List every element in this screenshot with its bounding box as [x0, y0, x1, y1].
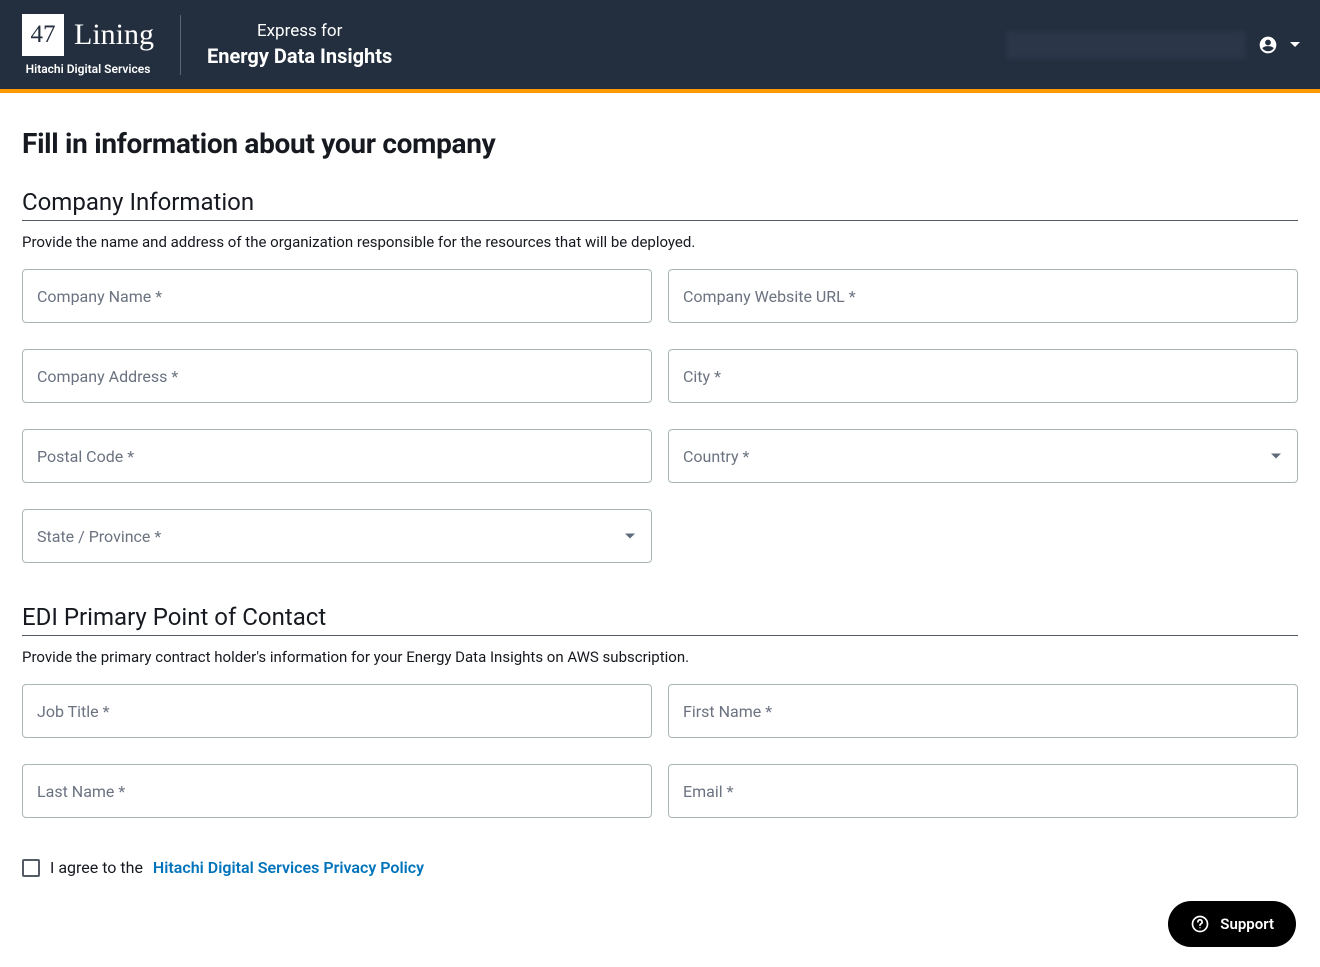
postal-code-label: Postal Code *: [37, 447, 134, 466]
city-field[interactable]: City *: [668, 349, 1298, 403]
company-website-label: Company Website URL *: [683, 287, 856, 306]
logo-badge: 47: [22, 14, 64, 56]
chevron-down-icon: [1271, 454, 1281, 459]
section-company-title: Company Information: [22, 188, 1298, 221]
country-label: Country *: [683, 447, 749, 466]
job-title-field[interactable]: Job Title *: [22, 684, 652, 738]
page-title: Fill in information about your company: [22, 127, 1298, 160]
consent-row: I agree to the Hitachi Digital Services …: [22, 858, 1298, 877]
company-address-label: Company Address *: [37, 367, 178, 386]
header-divider: [180, 15, 181, 75]
company-form-grid: Company Name * Company Website URL * Com…: [22, 269, 1298, 563]
section-contact-desc: Provide the primary contract holder's in…: [22, 648, 1298, 666]
last-name-label: Last Name *: [37, 782, 125, 801]
brand-block: 47 Lining Hitachi Digital Services Expre…: [22, 14, 392, 76]
product-title: Express for Energy Data Insights: [207, 20, 392, 68]
job-title-label: Job Title *: [37, 702, 110, 721]
product-top: Express for: [207, 20, 392, 42]
city-label: City *: [683, 367, 721, 386]
company-name-label: Company Name *: [37, 287, 162, 306]
state-label: State / Province *: [37, 527, 161, 546]
section-company-desc: Provide the name and address of the orga…: [22, 233, 1298, 251]
user-email-redacted: [1006, 31, 1246, 59]
email-field[interactable]: Email *: [668, 764, 1298, 818]
email-label: Email *: [683, 782, 733, 801]
app-header: 47 Lining Hitachi Digital Services Expre…: [0, 0, 1320, 93]
company-website-field[interactable]: Company Website URL *: [668, 269, 1298, 323]
chevron-down-icon: [625, 534, 635, 539]
help-icon: [1190, 914, 1210, 934]
consent-checkbox[interactable]: [22, 859, 40, 877]
company-name-field[interactable]: Company Name *: [22, 269, 652, 323]
consent-text: I agree to the: [50, 858, 143, 877]
header-right: [1006, 31, 1300, 59]
contact-form-grid: Job Title * First Name * Last Name * Ema…: [22, 684, 1298, 818]
logo: 47 Lining Hitachi Digital Services: [22, 14, 154, 76]
account-menu-caret-icon[interactable]: [1290, 42, 1300, 47]
support-button[interactable]: Support: [1168, 901, 1296, 947]
logo-text: Lining: [74, 18, 154, 52]
country-field[interactable]: Country *: [668, 429, 1298, 483]
product-bottom: Energy Data Insights: [207, 43, 392, 69]
first-name-field[interactable]: First Name *: [668, 684, 1298, 738]
state-field[interactable]: State / Province *: [22, 509, 652, 563]
account-icon[interactable]: [1258, 35, 1278, 55]
company-address-field[interactable]: Company Address *: [22, 349, 652, 403]
section-contact-title: EDI Primary Point of Contact: [22, 603, 1298, 636]
postal-code-field[interactable]: Postal Code *: [22, 429, 652, 483]
privacy-policy-link[interactable]: Hitachi Digital Services Privacy Policy: [153, 858, 424, 877]
logo-subtitle: Hitachi Digital Services: [26, 62, 151, 76]
first-name-label: First Name *: [683, 702, 772, 721]
last-name-field[interactable]: Last Name *: [22, 764, 652, 818]
support-label: Support: [1220, 915, 1274, 933]
main-content: Fill in information about your company C…: [0, 93, 1320, 877]
